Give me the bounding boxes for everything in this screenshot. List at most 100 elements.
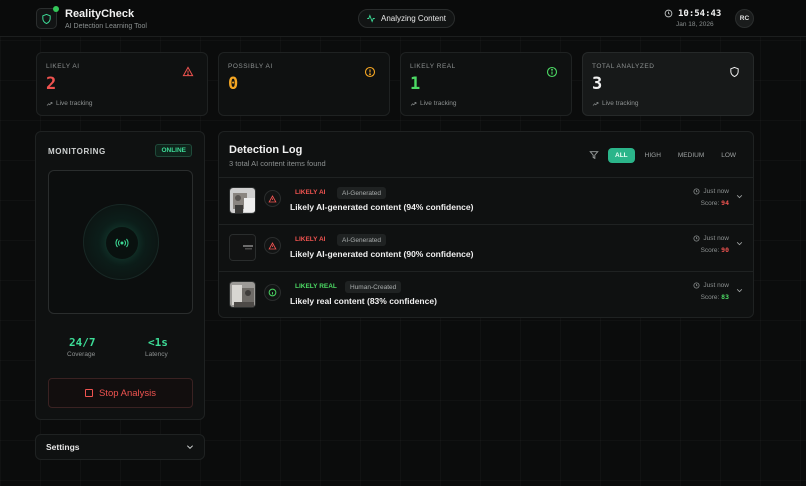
top-bar: RealityCheck AI Detection Learning Tool …: [0, 0, 806, 37]
clock-date: Jan 18, 2026: [676, 21, 714, 28]
settings-dropdown[interactable]: Settings: [35, 434, 205, 460]
stop-analysis-button[interactable]: Stop Analysis: [48, 378, 193, 408]
scanner-visual: [48, 170, 193, 314]
latency-label: Latency: [145, 351, 168, 358]
detection-log-subtitle: 3 total AI content items found: [229, 159, 326, 168]
status-badge: ONLINE: [155, 144, 192, 157]
chevron-down-icon: [186, 445, 194, 450]
activity-icon: [367, 14, 375, 23]
alert-circle-icon: [364, 66, 376, 78]
trending-up-icon: [410, 101, 417, 106]
detection-summary: Likely AI-generated content (94% confide…: [290, 202, 474, 212]
thumbnail-image: [230, 188, 255, 213]
trending-up-icon: [592, 101, 599, 106]
clock-icon: [693, 235, 700, 242]
detection-summary: Likely real content (83% confidence): [290, 296, 437, 306]
detection-row[interactable]: LIKELY AI AI-Generated Likely AI-generat…: [219, 178, 753, 225]
app-logo[interactable]: [36, 6, 59, 29]
status-text: Analyzing Content: [381, 14, 446, 23]
coverage-value: 24/7: [69, 336, 96, 349]
live-tracking-label: Live tracking: [602, 100, 639, 107]
stat-value: 3: [592, 74, 603, 94]
severity-filter-group: ALL HIGH MEDIUM LOW: [605, 148, 743, 163]
row-score: Score: 83: [701, 293, 729, 301]
row-time-text: Just now: [703, 282, 729, 289]
row-score: Score: 90: [701, 246, 729, 254]
likelihood-tag: LIKELY AI: [295, 236, 326, 243]
clock-time: 10:54:43: [678, 9, 722, 19]
row-timestamp: Just now: [693, 282, 729, 289]
score-value: 83: [721, 293, 729, 301]
row-time-text: Just now: [703, 235, 729, 242]
row-status-icon: [264, 284, 281, 301]
row-timestamp: Just now: [693, 235, 729, 242]
stop-icon: [84, 389, 93, 397]
brand-subtitle: AI Detection Learning Tool: [65, 23, 147, 30]
detection-row[interactable]: LIKELY REAL Human-Created Likely real co…: [219, 272, 753, 317]
clock-icon: [693, 282, 700, 289]
warning-triangle-icon: [268, 241, 277, 249]
stat-card-likely-real: LIKELY REAL 1 Live tracking: [400, 52, 572, 116]
info-circle-icon: [268, 288, 277, 297]
likelihood-tag: LIKELY AI: [295, 189, 326, 196]
stop-analysis-label: Stop Analysis: [98, 387, 157, 399]
detection-log-header: Detection Log 3 total AI content items f…: [219, 132, 753, 178]
filter-icon[interactable]: [589, 150, 599, 160]
detection-summary: Likely AI-generated content (90% confide…: [290, 249, 474, 259]
filter-medium-button[interactable]: MEDIUM: [671, 148, 711, 163]
row-timestamp: Just now: [693, 188, 729, 195]
content-thumbnail: [229, 234, 256, 261]
trending-up-icon: [46, 101, 53, 106]
scan-core: [106, 227, 138, 259]
avatar[interactable]: RC: [735, 9, 754, 28]
filter-all-button[interactable]: ALL: [608, 148, 635, 163]
category-chip: AI-Generated: [337, 234, 387, 246]
chevron-down-icon[interactable]: [736, 194, 743, 199]
detection-log-title: Detection Log: [229, 144, 303, 156]
chevron-down-icon[interactable]: [736, 241, 743, 246]
content-thumbnail: [229, 187, 256, 214]
stat-label: LIKELY REAL: [410, 63, 456, 70]
stat-value: 2: [46, 74, 57, 94]
category-chip: AI-Generated: [337, 187, 387, 199]
detection-row[interactable]: LIKELY AI AI-Generated Likely AI-generat…: [219, 225, 753, 272]
score-label: Score:: [700, 247, 720, 254]
analyzing-status-pill[interactable]: Analyzing Content: [358, 9, 455, 28]
monitoring-title: MONITORING: [48, 147, 106, 156]
row-status-icon: [264, 190, 281, 207]
live-tracking-label: Live tracking: [56, 100, 93, 107]
coverage-label: Coverage: [67, 351, 96, 358]
filter-high-button[interactable]: HIGH: [638, 148, 668, 163]
online-dot: [53, 6, 59, 12]
stat-label: TOTAL ANALYZED: [592, 63, 655, 70]
warning-triangle-icon: [268, 194, 277, 202]
score-value: 94: [721, 199, 729, 207]
monitoring-panel: MONITORING ONLINE 24/7 Coverage <1s Late…: [35, 131, 205, 420]
stat-value: 1: [410, 74, 421, 94]
chevron-down-icon[interactable]: [736, 288, 743, 293]
detection-log-panel: Detection Log 3 total AI content items f…: [218, 131, 754, 318]
stat-card-possibly-ai: POSSIBLY AI 0: [218, 52, 390, 116]
stat-card-total-analyzed: TOTAL ANALYZED 3 Live tracking: [582, 52, 754, 116]
row-time-text: Just now: [703, 188, 729, 195]
thumbnail-image: [230, 282, 255, 307]
score-value: 90: [721, 246, 729, 254]
live-tracking: Live tracking: [410, 100, 457, 107]
scan-ring: [83, 204, 159, 280]
clock-icon: [693, 188, 700, 195]
category-chip: Human-Created: [345, 281, 402, 293]
latency-value: <1s: [148, 336, 168, 349]
live-tracking: Live tracking: [592, 100, 639, 107]
clock-icon: [664, 9, 673, 18]
shield-icon: [730, 66, 739, 78]
likelihood-tag: LIKELY REAL: [295, 283, 337, 290]
live-tracking: Live tracking: [46, 100, 93, 107]
score-label: Score:: [700, 200, 720, 207]
warning-triangle-icon: [182, 66, 194, 77]
settings-label: Settings: [46, 442, 80, 452]
broadcast-icon: [115, 238, 129, 248]
stat-label: LIKELY AI: [46, 63, 80, 70]
filter-low-button[interactable]: LOW: [714, 148, 743, 163]
stat-value: 0: [228, 74, 239, 94]
info-circle-icon: [546, 66, 558, 78]
